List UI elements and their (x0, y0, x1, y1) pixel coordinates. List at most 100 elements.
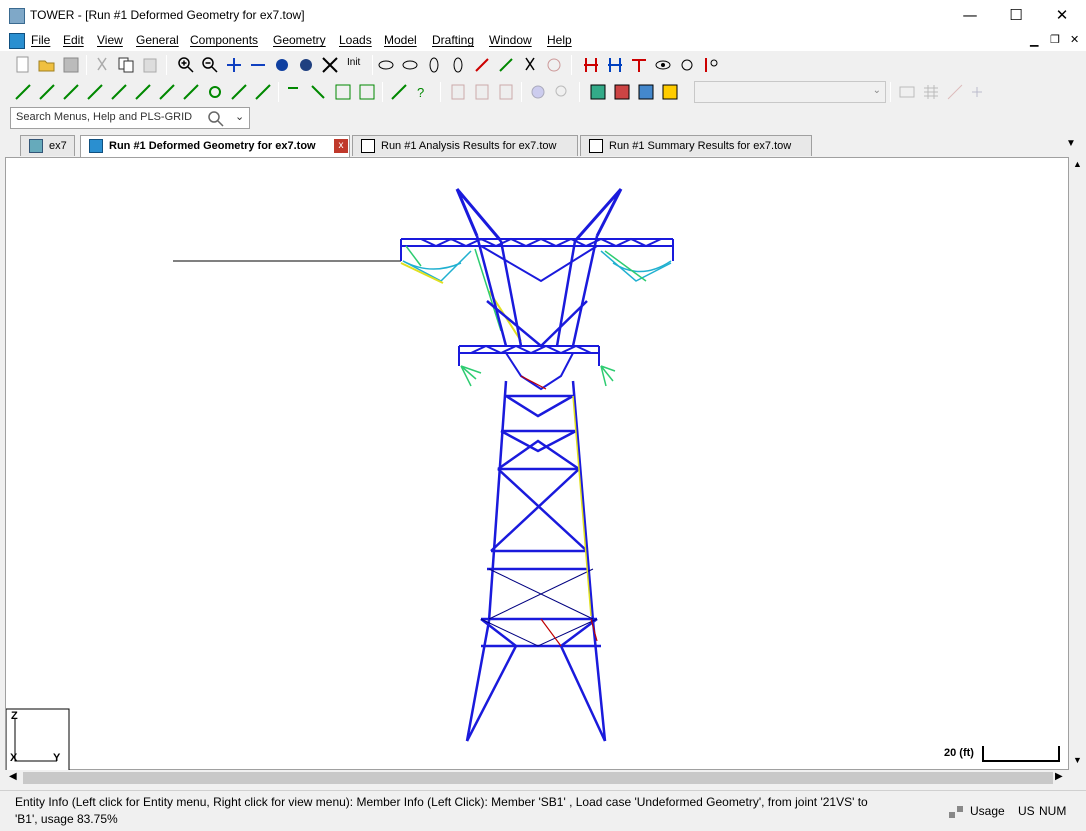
scissors-icon[interactable] (521, 56, 539, 74)
scale-bar (982, 746, 1060, 762)
label-joint-icon[interactable] (286, 83, 304, 101)
chevron-down-icon[interactable]: ⌄ (235, 110, 244, 123)
scroll-left-icon[interactable]: ◀ (9, 771, 17, 782)
label-member-icon[interactable] (310, 83, 328, 101)
menu-file[interactable]: File (31, 33, 50, 47)
close-tab-button[interactable]: x (334, 139, 348, 153)
add-section-icon[interactable] (158, 83, 176, 101)
save-icon[interactable] (62, 56, 80, 74)
tower-drawing[interactable] (5, 158, 1070, 772)
pan-minus-icon[interactable] (249, 56, 267, 74)
add-insulator-icon[interactable] (206, 83, 224, 101)
tab-list-dropdown[interactable]: ▼ (1066, 138, 1076, 149)
menu-window[interactable]: Window (489, 33, 532, 47)
zoom-out-icon[interactable] (201, 56, 219, 74)
add-leg-icon[interactable] (86, 83, 104, 101)
globe-icon[interactable] (529, 83, 547, 101)
menu-loads[interactable]: Loads (339, 33, 372, 47)
rotate-up-icon[interactable] (425, 56, 443, 74)
add-label-icon[interactable] (970, 83, 988, 101)
highlight-icon[interactable] (702, 56, 720, 74)
color-code-icon[interactable] (589, 83, 607, 101)
help-label-icon[interactable]: ? (414, 83, 432, 101)
rotate-right-icon[interactable] (401, 56, 419, 74)
menu-help[interactable]: Help (547, 33, 572, 47)
waist (475, 235, 599, 348)
top-bridge (400, 237, 674, 283)
menu-model[interactable]: Model (384, 33, 417, 47)
tower-red-icon[interactable] (582, 56, 600, 74)
scroll-up-icon[interactable]: ▲ (1073, 159, 1082, 169)
disabled-icon[interactable] (545, 56, 563, 74)
label-section-icon[interactable] (334, 83, 352, 101)
label-panel-icon[interactable] (358, 83, 376, 101)
check-icon[interactable] (390, 83, 408, 101)
add-guy-icon[interactable] (254, 83, 272, 101)
grid-icon[interactable] (922, 83, 940, 101)
graphics-view[interactable]: Z X Y 20 (ft) (5, 157, 1070, 772)
tab-ex7[interactable]: ex7 (20, 135, 75, 156)
view-icon[interactable] (297, 56, 315, 74)
search-input[interactable]: Search Menus, Help and PLS-GRID (16, 111, 192, 123)
load-case-select[interactable]: ⌄ (694, 81, 886, 103)
init-button[interactable]: Init (347, 57, 360, 68)
mdi-restore-button[interactable]: ❐ (1050, 33, 1060, 46)
report-3-icon[interactable] (497, 83, 515, 101)
legend-icon[interactable] (661, 83, 679, 101)
pan-plus-icon[interactable] (225, 56, 243, 74)
scroll-thumb[interactable] (23, 772, 1053, 784)
minimize-button[interactable]: — (947, 0, 993, 31)
member-icon[interactable] (473, 56, 491, 74)
scroll-down-icon[interactable]: ▼ (1073, 755, 1082, 765)
tower-icon (29, 139, 43, 153)
report-icon[interactable] (449, 83, 467, 101)
rotate-icon[interactable] (273, 56, 291, 74)
menu-drafting[interactable]: Drafting (432, 33, 474, 47)
menu-view[interactable]: View (97, 33, 123, 47)
new-file-icon[interactable] (14, 56, 32, 74)
menu-geometry[interactable]: Geometry (273, 33, 326, 47)
add-arm-icon[interactable] (110, 83, 128, 101)
add-group-icon[interactable] (182, 83, 200, 101)
report-2-icon[interactable] (473, 83, 491, 101)
add-brace-icon[interactable] (62, 83, 80, 101)
label-icon[interactable] (497, 56, 515, 74)
horizontal-scrollbar[interactable]: ◀ ▶ (5, 770, 1069, 787)
search-icon[interactable] (207, 110, 225, 128)
mdi-close-button[interactable]: ✕ (1070, 33, 1079, 46)
menu-components[interactable]: Components (190, 33, 258, 47)
grid-text-icon[interactable] (898, 83, 916, 101)
add-panel-icon[interactable] (134, 83, 152, 101)
tab-deformed-geometry[interactable]: Run #1 Deformed Geometry for ex7.tow x (80, 135, 350, 157)
search-box[interactable]: Search Menus, Help and PLS-GRID ⌄ (10, 107, 250, 129)
tab-summary-results[interactable]: Run #1 Summary Results for ex7.tow (580, 135, 812, 156)
tower-blue-icon[interactable] (606, 56, 624, 74)
label-disabled-icon[interactable] (946, 83, 964, 101)
vertical-scrollbar[interactable]: ▲ ▼ (1069, 157, 1086, 770)
stress-icon[interactable] (613, 83, 631, 101)
cut-icon[interactable] (93, 56, 111, 74)
body-diagonals (480, 568, 598, 647)
scroll-right-icon[interactable]: ▶ (1055, 771, 1063, 782)
rotate-down-icon[interactable] (449, 56, 467, 74)
hide-icon[interactable] (678, 56, 696, 74)
search-disabled-icon[interactable] (553, 83, 571, 101)
usage-icon[interactable] (637, 83, 655, 101)
insulator-icon[interactable] (630, 56, 648, 74)
paste-icon[interactable] (141, 56, 159, 74)
mdi-minimize-button[interactable]: ▁ (1030, 34, 1038, 47)
menu-general[interactable]: General (136, 33, 179, 47)
add-member-icon[interactable] (38, 83, 56, 101)
fit-icon[interactable] (321, 56, 339, 74)
open-folder-icon[interactable] (38, 56, 56, 74)
add-joint-icon[interactable] (14, 83, 32, 101)
add-bolt-icon[interactable] (230, 83, 248, 101)
rotate-left-icon[interactable] (377, 56, 395, 74)
close-button[interactable]: ✕ (1039, 0, 1085, 31)
copy-icon[interactable] (117, 56, 135, 74)
zoom-in-icon[interactable] (177, 56, 195, 74)
tab-analysis-results[interactable]: Run #1 Analysis Results for ex7.tow (352, 135, 578, 156)
maximize-button[interactable]: ☐ (993, 0, 1039, 31)
eye-icon[interactable] (654, 56, 672, 74)
menu-edit[interactable]: Edit (63, 33, 84, 47)
